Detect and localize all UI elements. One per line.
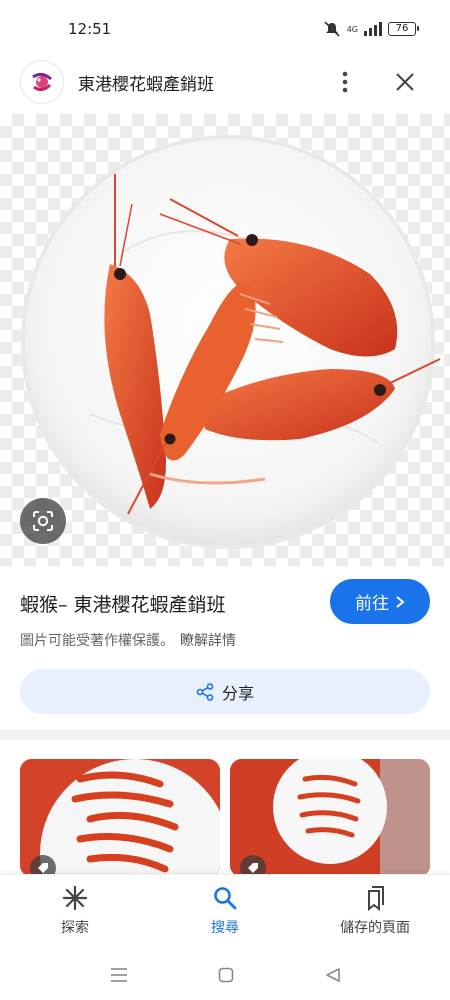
copyright-notice: 圖片可能受著作權保護。 瞭解詳情 (20, 630, 236, 650)
nav-search[interactable]: 搜尋 (160, 885, 290, 945)
close-icon (396, 73, 414, 91)
battery-icon: 76 (388, 22, 419, 36)
mute-icon (324, 21, 340, 37)
more-options-button[interactable] (330, 66, 360, 98)
learn-more-link[interactable]: 瞭解詳情 (180, 633, 236, 649)
home-button[interactable] (215, 964, 237, 986)
back-button[interactable] (322, 964, 344, 986)
site-title[interactable]: 東港櫻花蝦產銷班 (78, 70, 214, 95)
search-icon (214, 887, 237, 910)
share-icon (196, 682, 214, 701)
copyright-text: 圖片可能受著作權保護。 (20, 633, 174, 649)
nav-discover[interactable]: 探索 (10, 885, 140, 945)
triangle-back-icon (326, 968, 340, 982)
nav-search-label: 搜尋 (211, 920, 239, 936)
share-button[interactable]: 分享 (20, 669, 430, 714)
system-navigation-bar (0, 950, 450, 1000)
more-vert-icon (342, 71, 348, 93)
tag-icon (248, 863, 258, 873)
hero-image[interactable] (0, 114, 450, 566)
nav-saved-label: 儲存的頁面 (340, 920, 410, 936)
share-label: 分享 (221, 683, 254, 703)
site-logo[interactable] (20, 60, 64, 104)
asterisk-icon (62, 885, 88, 911)
google-lens-button[interactable] (20, 498, 66, 544)
square-icon (218, 967, 234, 983)
close-button[interactable] (390, 66, 420, 98)
status-time: 12:51 (68, 20, 112, 38)
result-title: 蝦猴– 東港櫻花蝦產銷班 (20, 594, 226, 616)
nav-discover-label: 探索 (61, 920, 89, 936)
visit-button[interactable]: 前往 (330, 579, 430, 624)
bookmarks-icon (368, 886, 384, 911)
bottom-navigation: 探索 搜尋 儲存的頁面 (0, 874, 450, 950)
section-divider (0, 730, 450, 740)
shrimp-logo-icon (32, 72, 52, 92)
lens-icon (33, 511, 53, 531)
app-header: 東港櫻花蝦產銷班 (0, 58, 450, 106)
related-image-2[interactable] (230, 759, 430, 877)
tag-icon (38, 863, 48, 873)
chevron-right-icon (396, 595, 405, 608)
nav-saved-pages[interactable]: 儲存的頁面 (310, 885, 440, 945)
related-image-1[interactable] (20, 759, 220, 877)
visit-label: 前往 (355, 594, 389, 614)
menu-lines-icon (111, 968, 127, 982)
shrimp-photo (21, 135, 441, 549)
status-bar: 12:51 4G 76 (0, 0, 450, 58)
recent-apps-button[interactable] (108, 964, 130, 986)
signal-icon (364, 22, 382, 36)
status-icons: 4G 76 (323, 21, 419, 37)
network-label: 4G (346, 24, 358, 34)
